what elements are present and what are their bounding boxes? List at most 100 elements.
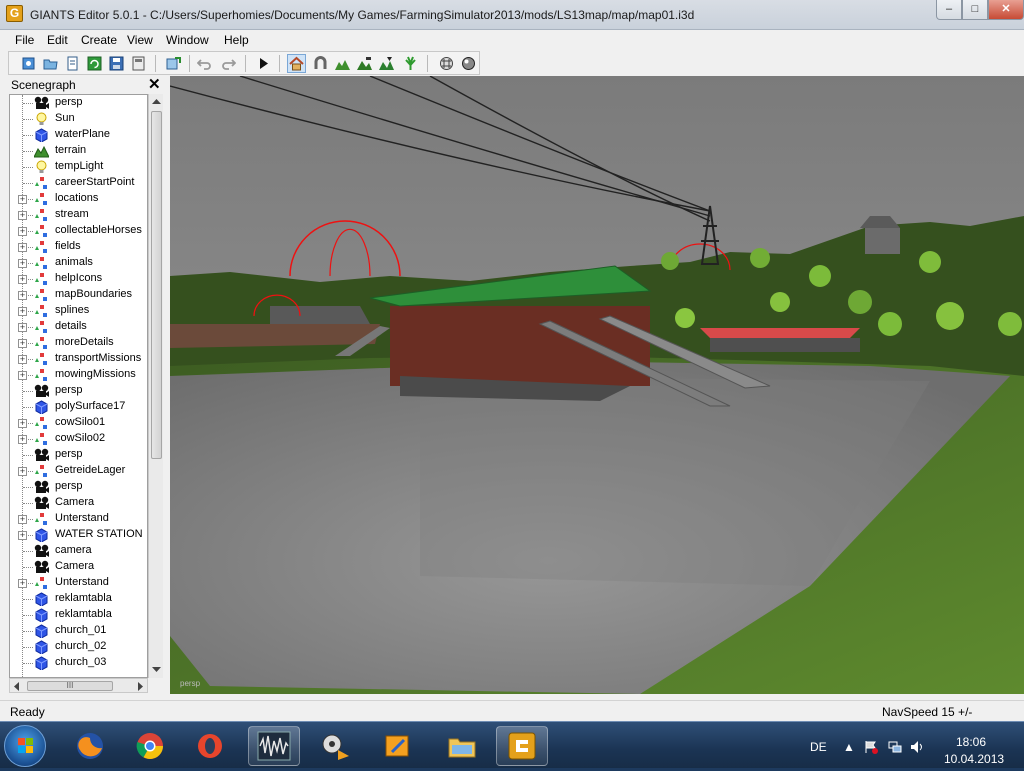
3d-viewport[interactable]: persp (170, 76, 1024, 694)
expand-icon[interactable]: + (18, 195, 27, 204)
network-icon[interactable] (888, 740, 902, 754)
expand-icon[interactable]: + (18, 579, 27, 588)
home-view-icon[interactable] (287, 54, 306, 73)
scroll-left-icon[interactable] (13, 682, 20, 691)
file-explorer-icon[interactable] (436, 726, 488, 766)
tree-node[interactable]: persp (10, 479, 147, 495)
refresh-icon[interactable] (85, 54, 104, 73)
tree-node[interactable]: + Unterstand (10, 575, 147, 591)
save-as-icon[interactable] (129, 54, 148, 73)
tree-node[interactable]: + animals (10, 255, 147, 271)
keyboard-language[interactable]: DE (810, 740, 827, 754)
document-icon[interactable] (63, 54, 82, 73)
expand-icon[interactable]: + (18, 435, 27, 444)
clock-date[interactable]: 10.04.2013 (944, 752, 1004, 766)
tree-node[interactable]: reklamtabla (10, 591, 147, 607)
expand-icon[interactable]: + (18, 515, 27, 524)
expand-icon[interactable]: + (18, 531, 27, 540)
open-file-icon[interactable] (41, 54, 60, 73)
terrain-paint-icon[interactable] (355, 54, 374, 73)
clock-time[interactable]: 18:06 (956, 735, 986, 749)
tree-node[interactable]: terrain (10, 143, 147, 159)
shader-icon[interactable] (459, 54, 478, 73)
tree-node[interactable]: camera (10, 543, 147, 559)
tree-node[interactable]: + stream (10, 207, 147, 223)
expand-icon[interactable]: + (18, 243, 27, 252)
maximize-button[interactable]: □ (962, 0, 988, 20)
tree-node[interactable]: + splines (10, 303, 147, 319)
expand-icon[interactable]: + (18, 323, 27, 332)
expand-icon[interactable]: + (18, 419, 27, 428)
expand-icon[interactable]: + (18, 227, 27, 236)
tree-node[interactable]: + helpIcons (10, 271, 147, 287)
tree-node[interactable]: + moreDetails (10, 335, 147, 351)
opera-icon[interactable] (184, 726, 236, 766)
menu-window[interactable]: Window (166, 33, 209, 47)
scroll-right-icon[interactable] (137, 682, 144, 691)
new-file-icon[interactable] (19, 54, 38, 73)
tray-expand-icon[interactable]: ▲ (842, 740, 856, 754)
tree-node[interactable]: + mowingMissions (10, 367, 147, 383)
tree-node[interactable]: + details (10, 319, 147, 335)
firefox-icon[interactable] (64, 726, 116, 766)
expand-icon[interactable]: + (18, 307, 27, 316)
tree-node[interactable]: polySurface17 (10, 399, 147, 415)
scenegraph-hscrollbar[interactable]: III (9, 678, 148, 693)
menu-edit[interactable]: Edit (47, 33, 68, 47)
tree-node[interactable]: Camera (10, 495, 147, 511)
scenegraph-tree[interactable]: persp Sun waterPlane terrain tempLight career… (9, 94, 148, 678)
magnet-icon[interactable] (311, 54, 330, 73)
scroll-up-icon[interactable] (152, 98, 161, 105)
expand-icon[interactable]: + (18, 467, 27, 476)
tree-node[interactable]: + collectableHorses (10, 223, 147, 239)
scenegraph-hscroll-thumb[interactable]: III (27, 681, 113, 691)
tree-node[interactable]: reklamtabla (10, 607, 147, 623)
start-button[interactable] (4, 725, 46, 767)
tree-node[interactable]: Camera (10, 559, 147, 575)
close-button[interactable]: ✕ (988, 0, 1024, 20)
tree-node[interactable]: + GetreideLager (10, 463, 147, 479)
menu-help[interactable]: Help (224, 33, 249, 47)
minimize-button[interactable]: – (936, 0, 962, 20)
tree-node[interactable]: waterPlane (10, 127, 147, 143)
tree-node[interactable]: persp (10, 95, 147, 111)
foliage-paint-icon[interactable] (377, 54, 396, 73)
tree-node[interactable]: + cowSilo02 (10, 431, 147, 447)
tree-node[interactable]: careerStartPoint (10, 175, 147, 191)
expand-icon[interactable]: + (18, 259, 27, 268)
volume-icon[interactable] (910, 740, 924, 754)
audio-editor-icon[interactable] (248, 726, 300, 766)
scene-render[interactable] (170, 76, 1024, 694)
tree-node[interactable]: tempLight (10, 159, 147, 175)
menu-create[interactable]: Create (81, 33, 117, 47)
expand-icon[interactable]: + (18, 371, 27, 380)
expand-icon[interactable]: + (18, 275, 27, 284)
menu-view[interactable]: View (127, 33, 153, 47)
tree-node[interactable]: + Unterstand (10, 511, 147, 527)
plant-paint-icon[interactable] (401, 54, 420, 73)
tree-node[interactable]: + fields (10, 239, 147, 255)
undo-icon[interactable] (195, 54, 214, 73)
title-bar[interactable]: G GIANTS Editor 5.0.1 - C:/Users/Superho… (0, 0, 1024, 30)
expand-icon[interactable]: + (18, 291, 27, 300)
import-icon[interactable] (164, 54, 183, 73)
tree-node[interactable]: + cowSilo01 (10, 415, 147, 431)
scenegraph-vscrollbar[interactable] (148, 94, 163, 678)
save-icon[interactable] (107, 54, 126, 73)
scroll-down-icon[interactable] (152, 666, 161, 673)
chrome-icon[interactable] (124, 726, 176, 766)
giants-editor-icon[interactable] (496, 726, 548, 766)
tree-node[interactable]: church_03 (10, 655, 147, 671)
tree-node[interactable]: persp (10, 383, 147, 399)
giants-app-icon[interactable]: G (6, 5, 23, 22)
terrain-sculpt-icon[interactable] (333, 54, 352, 73)
tree-node[interactable]: persp (10, 447, 147, 463)
expand-icon[interactable]: + (18, 355, 27, 364)
expand-icon[interactable]: + (18, 211, 27, 220)
tree-node[interactable]: Sun (10, 111, 147, 127)
tree-node[interactable]: church_01 (10, 623, 147, 639)
tree-node[interactable]: + transportMissions (10, 351, 147, 367)
render-settings-icon[interactable] (437, 54, 456, 73)
tree-node[interactable]: + locations (10, 191, 147, 207)
scenegraph-vscroll-thumb[interactable] (151, 111, 162, 459)
